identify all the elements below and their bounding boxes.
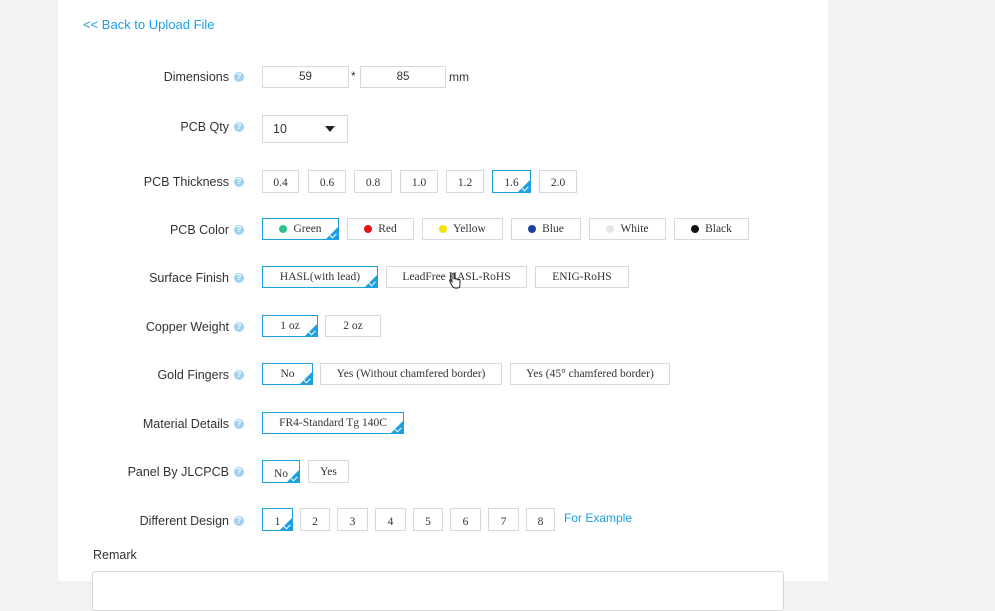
thickness-option[interactable]: 2.0: [539, 170, 577, 193]
green-dot-icon: [279, 225, 288, 233]
color-option-red[interactable]: Red: [347, 218, 414, 240]
color-option-white[interactable]: White: [589, 218, 666, 240]
red-dot-icon: [364, 225, 373, 233]
surface-label: Surface Finish?: [149, 271, 244, 285]
gold-label: Gold Fingers?: [157, 368, 244, 382]
thickness-label: PCB Thickness?: [144, 175, 244, 189]
black-dot-icon: [691, 225, 700, 233]
thickness-option[interactable]: 1.0: [400, 170, 438, 193]
thickness-option[interactable]: 0.4: [262, 170, 299, 193]
copper-option-1oz[interactable]: 1 oz: [262, 315, 318, 337]
help-icon[interactable]: ?: [234, 122, 244, 132]
qty-label: PCB Qty?: [180, 120, 244, 134]
thickness-option[interactable]: 0.6: [308, 170, 346, 193]
caret-down-icon: [325, 126, 335, 132]
design-option[interactable]: 7: [488, 508, 519, 531]
panel-option-no[interactable]: No: [262, 460, 300, 483]
white-dot-icon: [606, 225, 615, 233]
design-option[interactable]: 5: [413, 508, 443, 531]
thickness-option[interactable]: 1.2: [446, 170, 484, 193]
design-label: Different Design?: [140, 514, 244, 528]
yellow-dot-icon: [439, 225, 448, 233]
help-icon[interactable]: ?: [234, 467, 244, 477]
color-option-yellow[interactable]: Yellow: [422, 218, 503, 240]
thickness-option[interactable]: 0.8: [354, 170, 392, 193]
gold-option-yes-chamfer[interactable]: Yes (45° chamfered border): [510, 363, 670, 385]
dimension-width-input[interactable]: [262, 66, 349, 88]
panel-label: Panel By JLCPCB?: [128, 465, 244, 479]
copper-label: Copper Weight?: [146, 320, 244, 334]
hand-cursor-icon: [449, 273, 461, 289]
color-option-black[interactable]: Black: [674, 218, 749, 240]
help-icon[interactable]: ?: [234, 72, 244, 82]
gold-option-no[interactable]: No: [262, 363, 313, 385]
blue-dot-icon: [528, 225, 537, 233]
help-icon[interactable]: ?: [234, 516, 244, 526]
dimensions-label: Dimensions?: [164, 70, 244, 84]
help-icon[interactable]: ?: [234, 322, 244, 332]
design-option[interactable]: 2: [300, 508, 330, 531]
surface-option-hasl[interactable]: HASL(with lead): [262, 266, 378, 288]
qty-select[interactable]: 10: [262, 115, 348, 143]
remark-textarea[interactable]: [92, 571, 784, 611]
design-option[interactable]: 8: [526, 508, 555, 531]
remark-label: Remark: [93, 548, 137, 562]
help-icon[interactable]: ?: [234, 370, 244, 380]
design-option-selected[interactable]: 1: [262, 508, 293, 531]
back-to-upload-link[interactable]: << Back to Upload File: [83, 17, 215, 32]
help-icon[interactable]: ?: [234, 177, 244, 187]
help-icon[interactable]: ?: [234, 225, 244, 235]
panel-option-yes[interactable]: Yes: [308, 460, 349, 483]
dimension-height-input[interactable]: [360, 66, 446, 88]
dimension-separator: *: [351, 69, 356, 83]
color-option-green[interactable]: Green: [262, 218, 339, 240]
qty-value: 10: [273, 122, 287, 136]
copper-option-2oz[interactable]: 2 oz: [325, 315, 381, 337]
color-label: PCB Color?: [170, 223, 244, 237]
surface-option-enig[interactable]: ENIG-RoHS: [535, 266, 629, 288]
design-option[interactable]: 3: [337, 508, 368, 531]
material-label: Material Details?: [143, 417, 244, 431]
for-example-link[interactable]: For Example: [564, 511, 632, 525]
design-option[interactable]: 6: [450, 508, 481, 531]
design-option[interactable]: 4: [375, 508, 406, 531]
gold-option-yes-no-chamfer[interactable]: Yes (Without chamfered border): [320, 363, 502, 385]
material-option-fr4[interactable]: FR4-Standard Tg 140C: [262, 412, 404, 434]
dimension-unit: mm: [449, 70, 469, 84]
help-icon[interactable]: ?: [234, 419, 244, 429]
color-option-blue[interactable]: Blue: [511, 218, 581, 240]
help-icon[interactable]: ?: [234, 273, 244, 283]
thickness-option-selected[interactable]: 1.6: [492, 170, 531, 193]
